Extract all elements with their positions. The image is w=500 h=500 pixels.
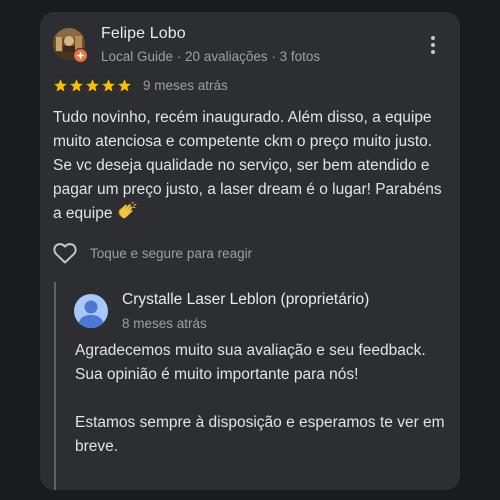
star-icon — [54, 79, 67, 92]
owner-name: Crystalle Laser Leblon (proprietário) — [122, 291, 370, 308]
star-icon — [86, 79, 99, 92]
react-button[interactable]: Toque e segure para reagir — [52, 241, 252, 265]
star-icon — [102, 79, 115, 92]
star-icon — [118, 79, 131, 92]
more-options-button[interactable] — [424, 32, 442, 58]
owner-reply-date: 8 meses atrás — [122, 316, 207, 331]
reviewer-avatar[interactable] — [53, 28, 88, 63]
react-label: Toque e segure para reagir — [90, 245, 253, 261]
clapping-hands-emoji — [117, 201, 137, 228]
owner-reply-paragraph: Estamos sempre à disposição e esperamos … — [75, 414, 445, 455]
local-guide-badge-icon — [73, 48, 88, 63]
review-text: Tudo novinho, recém inaugurado. Além dis… — [53, 106, 453, 228]
review-date: 9 meses atrás — [143, 78, 228, 93]
person-icon — [78, 300, 104, 328]
owner-reply-text: Agradecemos muito sua avaliação e seu fe… — [75, 339, 455, 459]
owner-avatar[interactable] — [74, 294, 108, 328]
heart-outline-icon — [53, 243, 77, 264]
owner-reply-paragraph: Agradecemos muito sua avaliação e seu fe… — [75, 342, 426, 383]
owner-reply: Crystalle Laser Leblon (proprietário) 8 … — [54, 282, 456, 490]
review-card: Felipe Lobo Local Guide · 20 avaliações … — [40, 12, 460, 490]
more-vert-icon — [431, 36, 435, 40]
reviewer-name[interactable]: Felipe Lobo — [101, 25, 186, 43]
star-rating — [53, 78, 132, 93]
reviewer-meta: Local Guide · 20 avaliações · 3 fotos — [101, 49, 321, 64]
review-body: Tudo novinho, recém inaugurado. Além dis… — [53, 109, 442, 222]
star-icon — [70, 79, 83, 92]
page: Felipe Lobo Local Guide · 20 avaliações … — [0, 0, 500, 500]
